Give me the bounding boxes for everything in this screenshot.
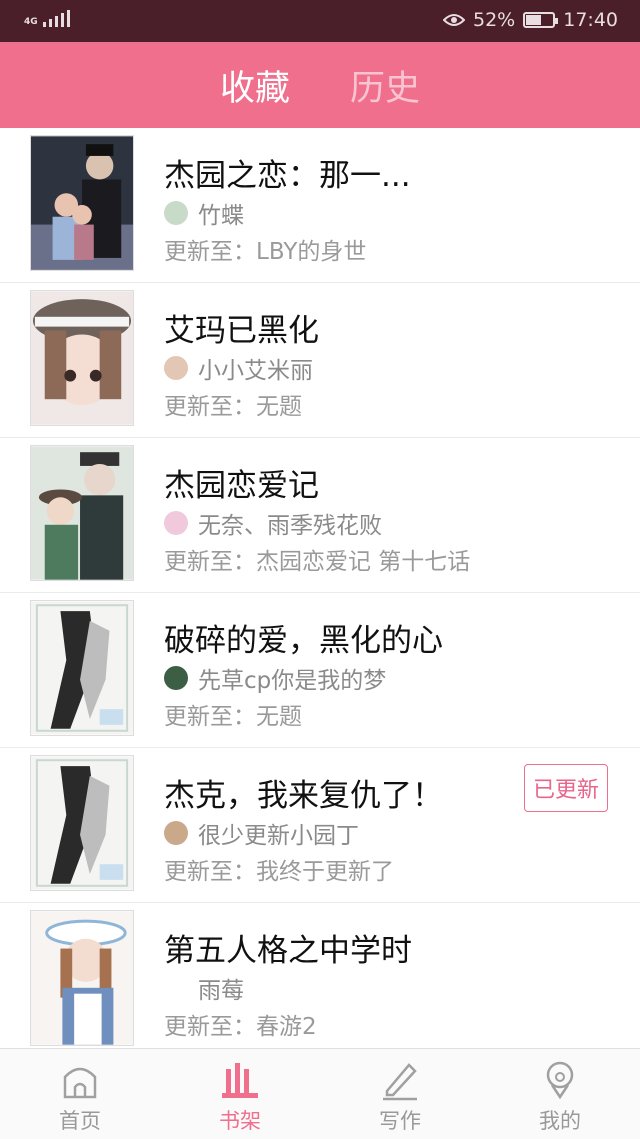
home-icon <box>63 1067 97 1099</box>
updated-badge: 已更新 <box>523 764 608 812</box>
signal-indicator: 4G <box>24 10 70 27</box>
update-info: 更新至：无题 <box>164 394 302 420</box>
signal-bar-icon <box>66 10 70 27</box>
author-row: 小小艾米丽 <box>164 351 313 385</box>
list-item[interactable]: 艾玛已黑化 小小艾米丽 更新至：无题 <box>0 283 640 438</box>
list-item[interactable]: 杰克，我来复仇了！ 很少更新小园丁 更新至：我终于更新了 已更新 <box>0 748 640 903</box>
bookshelf-icon <box>222 1063 258 1098</box>
book-cover <box>30 910 134 1046</box>
signal-bar-icon <box>60 13 64 27</box>
nav-label: 写作 <box>379 1109 421 1133</box>
update-info: 更新至：无题 <box>164 704 302 730</box>
battery-percent: 52% <box>473 9 516 31</box>
book-title: 杰园恋爱记 <box>164 468 319 504</box>
author-row: 先草cp你是我的梦 <box>164 661 386 695</box>
book-title: 杰克，我来复仇了！ <box>164 778 443 814</box>
pen-icon <box>383 1063 417 1101</box>
list-item[interactable]: 杰园恋爱记 无奈、雨季残花败 更新至：杰园恋爱记 第十七话 <box>0 438 640 593</box>
book-cover <box>30 600 134 736</box>
nav-write[interactable]: 写作 <box>320 1049 480 1139</box>
nav-home[interactable]: 首页 <box>0 1049 160 1139</box>
battery-icon <box>523 12 559 28</box>
signal-bar-icon <box>54 16 58 27</box>
bottom-nav: 首页 书架 写作 我的 <box>0 1048 640 1139</box>
profile-icon <box>546 1061 574 1100</box>
tab-history[interactable]: 历史 <box>350 60 420 111</box>
update-info: 更新至：杰园恋爱记 第十七话 <box>164 549 471 575</box>
book-cover <box>30 445 134 581</box>
eye-icon <box>443 14 465 26</box>
list-item[interactable]: 破碎的爱，黑化的心 先草cp你是我的梦 更新至：无题 <box>0 593 640 748</box>
list-item[interactable]: 杰园之恋：那一... 竹蝶 更新至：LBY的身世 <box>0 128 640 283</box>
author-row: 无奈、雨季残花败 <box>164 506 382 540</box>
author-avatar <box>164 666 188 690</box>
nav-profile[interactable]: 我的 <box>480 1049 640 1139</box>
author-avatar <box>164 821 188 845</box>
clock: 17:40 <box>563 9 618 31</box>
nav-label: 首页 <box>59 1109 101 1133</box>
book-title: 破碎的爱，黑化的心 <box>164 623 443 659</box>
book-title: 第五人格之中学时 <box>164 933 412 969</box>
book-title: 杰园之恋：那一... <box>164 158 411 194</box>
author-avatar <box>164 976 188 1000</box>
book-cover <box>30 755 134 891</box>
update-info: 更新至：LBY的身世 <box>164 239 367 265</box>
status-bar: 4G 52% 17:40 <box>0 0 640 42</box>
author-name: 无奈、雨季残花败 <box>198 513 382 539</box>
update-info: 更新至：春游2 <box>164 1014 317 1040</box>
author-row: 雨莓 <box>164 971 244 1005</box>
nav-label: 书架 <box>219 1109 261 1133</box>
book-cover <box>30 290 134 426</box>
nav-bookshelf[interactable]: 书架 <box>160 1049 320 1139</box>
author-name: 雨莓 <box>198 978 244 1004</box>
book-title: 艾玛已黑化 <box>164 313 319 349</box>
signal-bar-icon <box>42 22 46 27</box>
author-avatar <box>164 201 188 225</box>
book-cover <box>30 135 134 271</box>
bookshelf-list: 杰园之恋：那一... 竹蝶 更新至：LBY的身世 艾玛已黑化 小小艾米丽 更新至… <box>0 128 640 1048</box>
author-name: 竹蝶 <box>198 203 244 229</box>
author-row: 竹蝶 <box>164 196 244 230</box>
nav-label: 我的 <box>539 1109 581 1133</box>
author-name: 先草cp你是我的梦 <box>198 668 387 694</box>
tab-favorites[interactable]: 收藏 <box>220 60 290 111</box>
network-type: 4G <box>24 17 38 27</box>
author-avatar <box>164 356 188 380</box>
top-tab-bar: 收藏 历史 <box>0 42 640 128</box>
author-name: 小小艾米丽 <box>198 358 313 384</box>
signal-bar-icon <box>48 19 52 27</box>
update-info: 更新至：我终于更新了 <box>164 859 394 885</box>
list-item[interactable]: 第五人格之中学时 雨莓 更新至：春游2 <box>0 903 640 1048</box>
author-avatar <box>164 511 188 535</box>
author-row: 很少更新小园丁 <box>164 816 359 850</box>
author-name: 很少更新小园丁 <box>198 823 359 849</box>
